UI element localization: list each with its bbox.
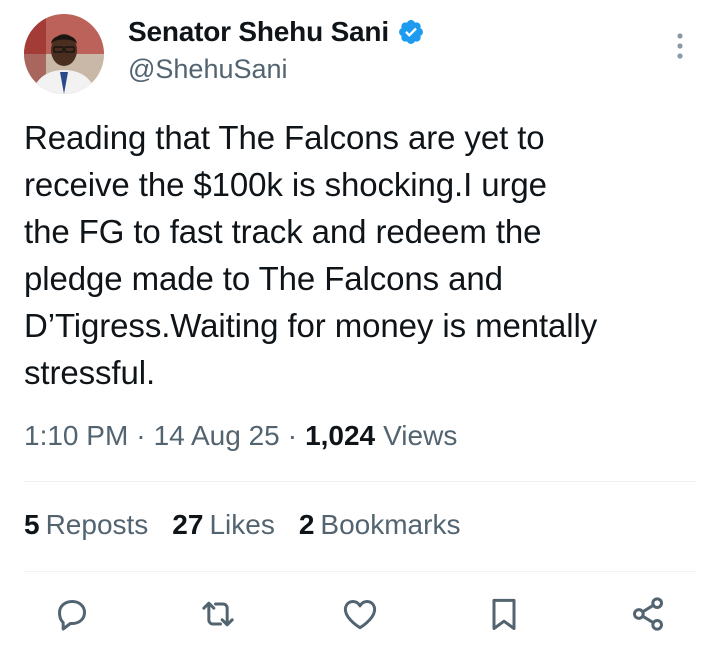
tweet-stats: 5 Reposts 27 Likes 2 Bookmarks [24, 509, 460, 541]
divider [24, 481, 696, 482]
author-handle[interactable]: @ShehuSani [128, 54, 288, 85]
more-vertical-icon [677, 33, 683, 59]
bookmarks-label: Bookmarks [320, 509, 461, 540]
tweet-time[interactable]: 1:10 PM [24, 420, 128, 452]
tweet-meta: 1:10 PM · 14 Aug 25 · 1,024 Views [24, 420, 457, 452]
heart-icon [343, 600, 377, 630]
likes-stat[interactable]: 27 Likes [172, 509, 275, 541]
reposts-count: 5 [24, 509, 40, 540]
bookmarks-stat[interactable]: 2 Bookmarks [299, 509, 461, 541]
bookmarks-count: 2 [298, 509, 315, 540]
tweet-date[interactable]: 14 Aug 25 [154, 420, 280, 452]
meta-separator: · [136, 420, 146, 451]
reply-icon [58, 600, 86, 631]
author-display-name[interactable]: Senator Shehu Sani [128, 16, 389, 48]
bookmark-button[interactable] [482, 592, 526, 636]
share-icon [633, 597, 663, 631]
more-options-button[interactable] [668, 30, 692, 62]
likes-label: Likes [209, 509, 275, 540]
divider [24, 571, 696, 572]
meta-separator: · [287, 420, 298, 451]
repost-button[interactable] [196, 592, 240, 636]
like-button[interactable] [338, 592, 382, 636]
reposts-stat[interactable]: 5 Reposts [24, 509, 148, 541]
views-label: Views [383, 420, 458, 451]
author-name-row: Senator Shehu Sani [128, 16, 425, 48]
reply-button[interactable] [50, 592, 94, 636]
verified-badge-icon [398, 20, 423, 44]
avatar[interactable] [24, 14, 104, 94]
tweet-text: Reading that The Falcons are yet to rece… [24, 119, 598, 391]
action-bar [0, 592, 720, 642]
repost-icon [202, 601, 234, 627]
share-button[interactable] [626, 592, 670, 636]
reposts-label: Reposts [45, 509, 149, 540]
likes-count: 27 [172, 509, 204, 540]
avatar-image [24, 14, 104, 94]
bookmark-icon [492, 598, 516, 630]
views-count: 1,024 [305, 420, 376, 451]
